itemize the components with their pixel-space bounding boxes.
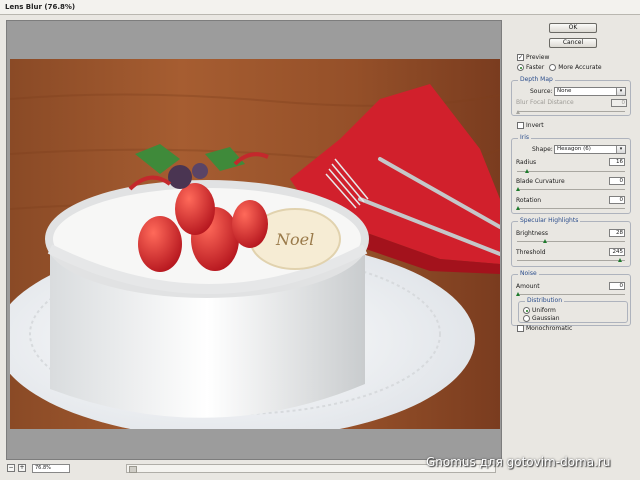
radius-field[interactable]: 16 bbox=[609, 158, 625, 166]
options-panel: OK Cancel ✓ Preview Faster More Accurate… bbox=[511, 18, 635, 476]
faster-label: Faster bbox=[526, 64, 545, 71]
rotation-slider[interactable] bbox=[517, 208, 625, 209]
svg-text:Noel: Noel bbox=[275, 230, 314, 249]
chevron-down-icon: ▾ bbox=[616, 88, 625, 95]
chevron-down-icon: ▾ bbox=[616, 146, 625, 153]
blur-focal-label: Blur Focal Distance bbox=[516, 99, 574, 106]
uniform-radio[interactable] bbox=[523, 307, 530, 314]
distribution-group: Distribution Uniform Gaussian bbox=[518, 297, 628, 323]
invert-checkbox[interactable] bbox=[517, 122, 524, 129]
depth-map-legend: Depth Map bbox=[518, 76, 555, 83]
brightness-field[interactable]: 28 bbox=[609, 229, 625, 237]
radius-value: 16 bbox=[616, 159, 623, 165]
blade-curvature-value: 0 bbox=[619, 178, 624, 184]
faster-radio[interactable] bbox=[517, 64, 524, 71]
noise-group: Noise Amount 0 Distribution Uniform Gaus… bbox=[511, 270, 631, 326]
preview-canvas[interactable]: Noel bbox=[6, 20, 502, 460]
radius-slider-thumb[interactable] bbox=[525, 169, 529, 173]
ok-button[interactable]: OK bbox=[549, 23, 597, 33]
blur-focal-slider[interactable] bbox=[517, 111, 625, 112]
brightness-label: Brightness bbox=[516, 230, 548, 237]
threshold-slider[interactable] bbox=[517, 260, 625, 261]
rotation-field[interactable]: 0 bbox=[609, 196, 625, 204]
threshold-label: Threshold bbox=[516, 249, 546, 256]
rotation-slider-thumb[interactable] bbox=[516, 206, 520, 210]
iris-group: Iris Shape: Hexagon (6) ▾ Radius 16 Blad… bbox=[511, 134, 631, 214]
monochromatic-label: Monochromatic bbox=[526, 325, 573, 332]
blade-curvature-slider-thumb[interactable] bbox=[516, 187, 520, 191]
specular-highlights-legend: Specular Highlights bbox=[518, 217, 581, 224]
threshold-field[interactable]: 245 bbox=[609, 248, 625, 256]
amount-value: 0 bbox=[619, 283, 624, 289]
preview-row: ✓ Preview bbox=[517, 53, 549, 62]
radius-slider[interactable] bbox=[517, 171, 625, 172]
amount-slider[interactable] bbox=[517, 294, 625, 295]
threshold-slider-thumb[interactable] bbox=[618, 258, 622, 262]
zoom-field[interactable]: 76.8% bbox=[32, 464, 70, 473]
watermark-text: Gnomus для gotovim-doma.ru bbox=[426, 455, 611, 469]
shape-label: Shape: bbox=[532, 146, 553, 153]
preview-image: Noel bbox=[10, 59, 500, 429]
distribution-legend: Distribution bbox=[525, 297, 565, 304]
rotation-label: Rotation bbox=[516, 197, 542, 204]
invert-row: Invert bbox=[517, 121, 544, 130]
blur-focal-slider-thumb[interactable] bbox=[516, 110, 520, 114]
check-icon: ✓ bbox=[518, 54, 524, 61]
invert-label: Invert bbox=[526, 122, 544, 129]
rotation-value: 0 bbox=[619, 197, 624, 203]
brightness-value: 28 bbox=[616, 230, 623, 236]
zoom-value: 76.8% bbox=[35, 465, 51, 471]
amount-label: Amount bbox=[516, 283, 540, 290]
preview-label: Preview bbox=[526, 54, 550, 61]
cancel-button[interactable]: Cancel bbox=[549, 38, 597, 48]
uniform-label: Uniform bbox=[532, 307, 556, 314]
zoom-in-button[interactable]: + bbox=[18, 464, 26, 472]
source-value: None bbox=[557, 88, 572, 94]
brightness-slider-thumb[interactable] bbox=[543, 239, 547, 243]
threshold-value: 245 bbox=[612, 249, 624, 255]
source-label: Source: bbox=[530, 88, 553, 95]
zoom-out-button[interactable]: − bbox=[7, 464, 15, 472]
title-bar: Lens Blur (76.8%) bbox=[0, 0, 640, 15]
radius-label: Radius bbox=[516, 159, 537, 166]
gaussian-label: Gaussian bbox=[532, 315, 560, 322]
more-accurate-radio[interactable] bbox=[549, 64, 557, 71]
blur-focal-value: 0 bbox=[621, 100, 626, 106]
monochromatic-row: Monochromatic bbox=[517, 324, 572, 333]
gaussian-radio[interactable] bbox=[523, 315, 530, 322]
blur-focal-field[interactable]: 0 bbox=[611, 99, 627, 107]
blade-curvature-slider[interactable] bbox=[517, 189, 625, 190]
source-select[interactable]: None ▾ bbox=[554, 87, 626, 96]
shape-select[interactable]: Hexagon (6) ▾ bbox=[554, 145, 626, 154]
brightness-slider[interactable] bbox=[517, 241, 625, 242]
shape-value: Hexagon (6) bbox=[557, 146, 591, 152]
depth-map-group: Depth Map Source: None ▾ Blur Focal Dist… bbox=[511, 76, 631, 116]
noise-legend: Noise bbox=[518, 270, 539, 277]
blade-curvature-label: Blade Curvature bbox=[516, 178, 565, 185]
amount-field[interactable]: 0 bbox=[609, 282, 625, 290]
preview-checkbox[interactable]: ✓ bbox=[517, 54, 524, 61]
specular-highlights-group: Specular Highlights Brightness 28 Thresh… bbox=[511, 217, 631, 267]
window-title: Lens Blur (76.8%) bbox=[5, 3, 76, 11]
more-accurate-label: More Accurate bbox=[558, 64, 602, 71]
gaussian-row: Gaussian bbox=[523, 314, 560, 323]
scrollbar-thumb[interactable] bbox=[129, 466, 137, 473]
iris-legend: Iris bbox=[518, 134, 532, 141]
monochromatic-checkbox[interactable] bbox=[517, 325, 524, 332]
preview-mode-row: Faster More Accurate bbox=[517, 63, 602, 72]
blade-curvature-field[interactable]: 0 bbox=[609, 177, 625, 185]
amount-slider-thumb[interactable] bbox=[516, 292, 520, 296]
